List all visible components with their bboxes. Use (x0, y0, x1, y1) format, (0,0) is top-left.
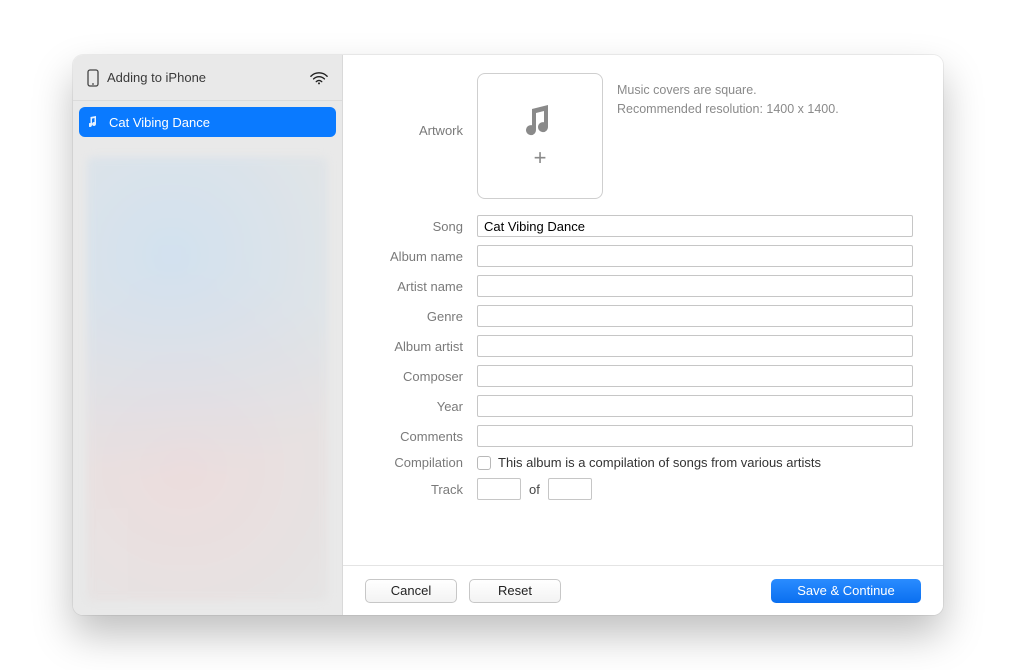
device-label: Adding to iPhone (87, 69, 206, 87)
song-list-item-label: Cat Vibing Dance (109, 115, 210, 130)
year-label: Year (367, 399, 463, 414)
content-pane: Artwork + Music covers are square. Recom… (343, 55, 943, 615)
song-input[interactable] (477, 215, 913, 237)
artist-name-input[interactable] (477, 275, 913, 297)
song-label: Song (367, 219, 463, 234)
compilation-checkbox[interactable] (477, 456, 491, 470)
artwork-dropzone[interactable]: + (477, 73, 603, 199)
genre-label: Genre (367, 309, 463, 324)
song-list: Cat Vibing Dance (73, 101, 342, 143)
compilation-checkbox-label: This album is a compilation of songs fro… (498, 455, 821, 470)
music-note-icon (526, 103, 554, 137)
track-total-input[interactable] (548, 478, 592, 500)
artwork-hint: Music covers are square. Recommended res… (617, 81, 839, 119)
device-label-text: Adding to iPhone (107, 70, 206, 85)
artwork-label: Artwork (367, 73, 463, 138)
artwork-hint-line2: Recommended resolution: 1400 x 1400. (617, 100, 839, 119)
track-of-label: of (529, 482, 540, 497)
cancel-button[interactable]: Cancel (365, 579, 457, 603)
album-name-label: Album name (367, 249, 463, 264)
album-artist-input[interactable] (477, 335, 913, 357)
artwork-hint-line1: Music covers are square. (617, 81, 839, 100)
sidebar-header: Adding to iPhone (73, 55, 342, 101)
sidebar: Adding to iPhone Cat Vibing Dance (73, 55, 343, 615)
song-list-item[interactable]: Cat Vibing Dance (79, 107, 336, 137)
iphone-icon (87, 69, 99, 87)
metadata-editor-window: Adding to iPhone Cat Vibing Dance (73, 55, 943, 615)
form-area: Artwork + Music covers are square. Recom… (343, 55, 943, 565)
wifi-icon (310, 71, 328, 85)
save-continue-button[interactable]: Save & Continue (771, 579, 921, 603)
genre-input[interactable] (477, 305, 913, 327)
comments-input[interactable] (477, 425, 913, 447)
sidebar-background-preview (87, 157, 328, 601)
album-artist-label: Album artist (367, 339, 463, 354)
compilation-label: Compilation (367, 455, 463, 470)
track-label: Track (367, 482, 463, 497)
reset-button[interactable]: Reset (469, 579, 561, 603)
year-input[interactable] (477, 395, 913, 417)
footer: Cancel Reset Save & Continue (343, 565, 943, 615)
composer-label: Composer (367, 369, 463, 384)
music-note-icon (89, 116, 99, 128)
track-number-input[interactable] (477, 478, 521, 500)
plus-icon: + (534, 147, 547, 169)
comments-label: Comments (367, 429, 463, 444)
composer-input[interactable] (477, 365, 913, 387)
artist-name-label: Artist name (367, 279, 463, 294)
artwork-row: Artwork + Music covers are square. Recom… (367, 73, 913, 199)
album-name-input[interactable] (477, 245, 913, 267)
